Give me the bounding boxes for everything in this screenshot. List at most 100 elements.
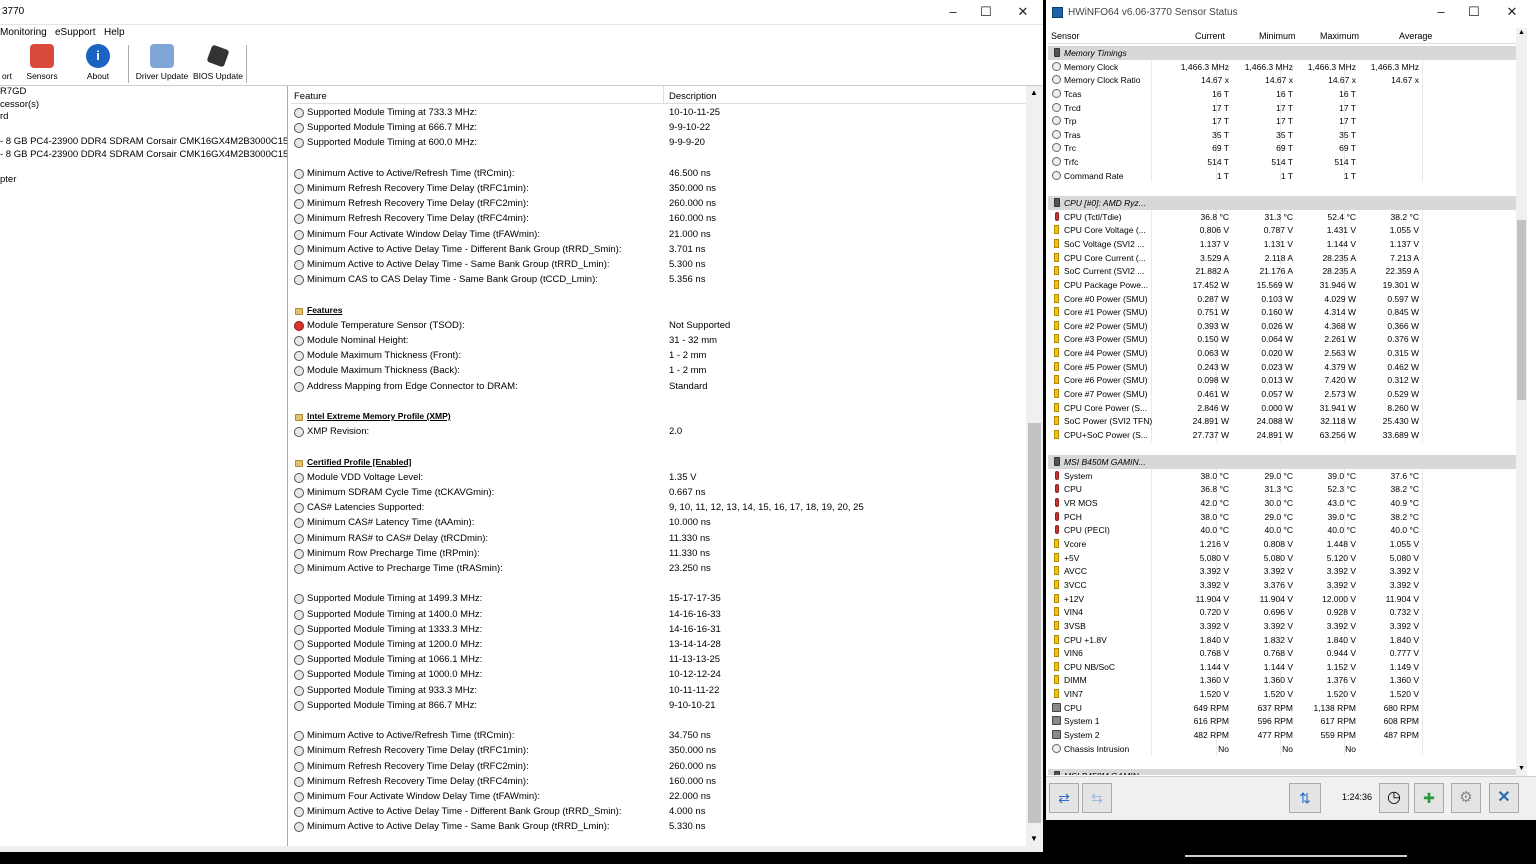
sensor-row[interactable]: DIMM 1.360 V 1.360 V 1.376 V 1.360 V <box>1048 673 1522 687</box>
detail-row[interactable]: Minimum Active to Precharge Time (tRASmi… <box>291 562 1026 577</box>
tree-item[interactable]: R7GD <box>0 86 287 99</box>
sensor-row[interactable]: CPU Package Powe... 17.452 W 15.569 W 31.94… <box>1048 278 1522 292</box>
sensor-row[interactable]: Chassis Intrusion No No No <box>1048 742 1522 756</box>
column-divider[interactable] <box>663 86 664 104</box>
detail-row[interactable]: Minimum Active to Active Delay Time - Di… <box>291 243 1026 258</box>
detail-row[interactable]: Minimum RAS# to CAS# Delay (tRCDmin): 11.… <box>291 532 1026 547</box>
tree-item[interactable]: pter <box>0 174 287 187</box>
detail-row[interactable]: Supported Module Timing at 933.3 MHz: 10-… <box>291 684 1026 699</box>
sensor-column-header[interactable]: Sensor <box>1051 31 1080 41</box>
detail-row[interactable]: Module Maximum Thickness (Front): 1 - 2 m… <box>291 349 1026 364</box>
detail-row[interactable]: Supported Module Timing at 1333.3 MHz: 14… <box>291 623 1026 638</box>
device-tree[interactable]: R7GD cessor(s) rd - 8 GB PC4-23900 DDR4 … <box>0 86 288 846</box>
sensor-row[interactable]: +5V 5.080 V 5.080 V 5.120 V 5.080 V <box>1048 551 1522 565</box>
sensor-scrollbar-thumb[interactable] <box>1517 220 1526 400</box>
sensor-group-row[interactable]: MSI B450M GAMIN... <box>1048 768 1522 775</box>
tree-item[interactable]: cessor(s) <box>0 99 287 112</box>
sensor-row[interactable]: Core #1 Power (SMU) 0.751 W 0.160 W 4.314 W… <box>1048 305 1522 319</box>
bios-update-button[interactable]: BIOS Update <box>192 44 244 81</box>
exit-button[interactable]: ✕ <box>1489 783 1519 813</box>
sensor-row[interactable]: AVCC 3.392 V 3.392 V 3.392 V 3.392 V <box>1048 564 1522 578</box>
sensor-row[interactable]: +12V 11.904 V 11.904 V 12.000 V 11.904 V <box>1048 592 1522 606</box>
sensor-row[interactable]: CPU 36.8 °C 31.3 °C 52.3 °C 38.2 °C <box>1048 482 1522 496</box>
tree-item[interactable] <box>0 162 287 175</box>
sensor-row[interactable]: VIN4 0.720 V 0.696 V 0.928 V 0.732 V <box>1048 605 1522 619</box>
current-column-header[interactable]: Current <box>1195 31 1225 41</box>
detail-row[interactable]: Supported Module Timing at 666.7 MHz: 9-9… <box>291 121 1026 136</box>
scroll-up-icon[interactable]: ▲ <box>1518 29 1525 36</box>
detail-row[interactable]: Supported Module Timing at 866.7 MHz: 9-1… <box>291 699 1026 714</box>
detail-row[interactable]: Supported Module Timing at 1066.1 MHz: 11… <box>291 653 1026 668</box>
feature-column-header[interactable]: Feature <box>294 91 327 102</box>
maximize-button[interactable]: ☐ <box>968 0 1004 25</box>
detail-row[interactable]: Supported Module Timing at 600.0 MHz: 9-9… <box>291 136 1026 151</box>
detail-row[interactable]: Minimum Row Precharge Time (tRPmin): 11.3… <box>291 547 1026 562</box>
detail-row[interactable]: Supported Module Timing at 1200.0 MHz: 13… <box>291 638 1026 653</box>
detail-row[interactable]: Minimum SDRAM Cycle Time (tCKAVGmin): 0.6… <box>291 486 1026 501</box>
sensor-row[interactable]: VR MOS 42.0 °C 30.0 °C 43.0 °C 40.9 °C <box>1048 496 1522 510</box>
log-button[interactable]: ✚ <box>1414 783 1444 813</box>
detail-row[interactable]: Supported Module Timing at 1400.0 MHz: 14… <box>291 608 1026 623</box>
sensor-scrollbar[interactable]: ▲ ▼ <box>1516 28 1527 776</box>
detail-row[interactable]: Supported Module Timing at 733.3 MHz: 10-… <box>291 106 1026 121</box>
sensor-group-row[interactable]: MSI B450M GAMIN... <box>1048 455 1522 469</box>
sensor-row[interactable]: Core #4 Power (SMU) 0.063 W 0.020 W 2.563 W… <box>1048 346 1522 360</box>
sensor-group-row[interactable]: Memory Timings <box>1048 46 1522 60</box>
sensor-row[interactable]: Core #2 Power (SMU) 0.393 W 0.026 W 4.368 W… <box>1048 319 1522 333</box>
section-header-row[interactable]: Intel Extreme Memory Profile (XMP) <box>291 410 1026 425</box>
sensor-row[interactable]: Core #6 Power (SMU) 0.098 W 0.013 W 7.420 W… <box>1048 373 1522 387</box>
clock-button[interactable]: ◷ <box>1379 783 1409 813</box>
sensor-row[interactable]: Core #0 Power (SMU) 0.287 W 0.103 W 4.029 W… <box>1048 292 1522 306</box>
sensor-row[interactable]: CPU+SoC Power (S... 27.737 W 24.891 W 63.25… <box>1048 428 1522 442</box>
sensor-row[interactable]: CPU (PECI) 40.0 °C 40.0 °C 40.0 °C 40.0 °C <box>1048 523 1522 537</box>
detail-row[interactable]: Minimum Active to Active/Refresh Time (t… <box>291 167 1026 182</box>
detail-row[interactable]: XMP Revision: 2.0 <box>291 425 1026 440</box>
section-header-row[interactable]: Certified Profile [Enabled] <box>291 456 1026 471</box>
detail-row[interactable]: Module Nominal Height: 31 - 32 mm <box>291 334 1026 349</box>
detail-row[interactable]: Minimum Refresh Recovery Time Delay (tRF… <box>291 775 1026 790</box>
tree-item[interactable]: - 8 GB PC4-23900 DDR4 SDRAM Corsair CMK1… <box>0 136 287 149</box>
network-button[interactable]: ⇅ <box>1289 783 1321 813</box>
sensor-row[interactable]: CPU Core Current (... 3.529 A 2.118 A 28.23… <box>1048 251 1522 265</box>
menu-help[interactable]: Help <box>104 27 125 38</box>
detail-row[interactable]: Module Temperature Sensor (TSOD): Not Sup… <box>291 319 1026 334</box>
sensor-row[interactable]: Vcore 1.216 V 0.808 V 1.448 V 1.055 V <box>1048 537 1522 551</box>
sensor-row[interactable]: SoC Voltage (SVI2 ... 1.137 V 1.131 V 1.144… <box>1048 237 1522 251</box>
sensor-row[interactable]: System 38.0 °C 29.0 °C 39.0 °C 37.6 °C <box>1048 469 1522 483</box>
sensor-maximize-button[interactable]: ☐ <box>1456 0 1492 25</box>
sensor-row[interactable]: System 1 616 RPM 596 RPM 617 RPM 608 RPM <box>1048 714 1522 728</box>
detail-row[interactable]: Minimum Active to Active/Refresh Time (t… <box>291 729 1026 744</box>
detail-row[interactable]: Minimum Refresh Recovery Time Delay (tRF… <box>291 212 1026 227</box>
report-button[interactable]: ort <box>0 44 14 81</box>
detail-row[interactable]: Module Maximum Thickness (Back): 1 - 2 mm <box>291 364 1026 379</box>
detail-row[interactable]: Minimum Refresh Recovery Time Delay (tRF… <box>291 760 1026 775</box>
minimize-button[interactable]: – <box>935 0 971 25</box>
detail-row[interactable]: Supported Module Timing at 1000.0 MHz: 10… <box>291 668 1026 683</box>
sensor-row[interactable]: CPU +1.8V 1.840 V 1.832 V 1.840 V 1.840 V <box>1048 633 1522 647</box>
sensors-button[interactable]: Sensors <box>24 44 60 81</box>
sensor-minimize-button[interactable]: – <box>1423 0 1459 25</box>
sensor-row[interactable]: 3VSB 3.392 V 3.392 V 3.392 V 3.392 V <box>1048 619 1522 633</box>
tree-item[interactable]: rd <box>0 111 287 124</box>
sensor-row[interactable]: PCH 38.0 °C 29.0 °C 39.0 °C 38.2 °C <box>1048 510 1522 524</box>
detail-row[interactable]: Minimum Active to Active Delay Time - Sa… <box>291 258 1026 273</box>
detail-row[interactable]: Minimum Four Activate Window Delay Time … <box>291 228 1026 243</box>
sensor-row[interactable]: CPU NB/SoC 1.144 V 1.144 V 1.152 V 1.149 V <box>1048 660 1522 674</box>
sensor-row[interactable]: CPU Core Power (S... 2.846 W 0.000 W 31.941… <box>1048 401 1522 415</box>
nav-left-right-button[interactable]: ⇄ <box>1049 783 1079 813</box>
detail-row[interactable]: Minimum Refresh Recovery Time Delay (tRF… <box>291 197 1026 212</box>
sensor-row[interactable]: CPU 649 RPM 637 RPM 1,138 RPM 680 RPM <box>1048 701 1522 715</box>
driver-update-button[interactable]: Driver Update <box>134 44 190 81</box>
detail-row[interactable]: Minimum Refresh Recovery Time Delay (tRF… <box>291 744 1026 759</box>
detail-row[interactable]: Minimum CAS to CAS Delay Time - Same Ban… <box>291 273 1026 288</box>
scroll-down-icon[interactable]: ▼ <box>1030 834 1038 843</box>
sensor-row[interactable]: Trfc 514 T 514 T 514 T <box>1048 155 1522 169</box>
scroll-up-icon[interactable]: ▲ <box>1030 88 1038 97</box>
sensor-row[interactable]: CPU Core Voltage (... 0.806 V 0.787 V 1.431… <box>1048 223 1522 237</box>
sensor-row[interactable]: SoC Power (SVI2 TFN) 24.891 W 24.088 W 32.1… <box>1048 414 1522 428</box>
sensor-row[interactable]: 3VCC 3.392 V 3.376 V 3.392 V 3.392 V <box>1048 578 1522 592</box>
detail-row[interactable]: CAS# Latencies Supported: 9, 10, 11, 12, … <box>291 501 1026 516</box>
detail-row[interactable]: Minimum CAS# Latency Time (tAAmin): 10.00… <box>291 516 1026 531</box>
description-column-header[interactable]: Description <box>669 91 717 102</box>
menu-monitoring[interactable]: Monitoring <box>0 27 47 38</box>
